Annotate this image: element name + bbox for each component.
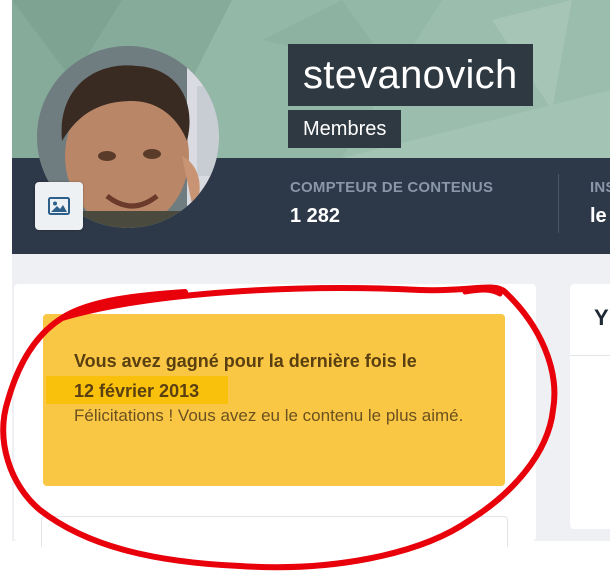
- member-group: Membres: [303, 118, 387, 140]
- member-group-box: Membres: [288, 110, 402, 148]
- award-description: Félicitations ! Vous avez eu le contenu …: [74, 406, 464, 425]
- stat-value-joined: le: [590, 205, 607, 227]
- side-card-title: Y: [594, 305, 609, 330]
- side-card-separator: [570, 355, 610, 356]
- stat-value-content-count: 1 282: [290, 205, 341, 227]
- username: stevanovich: [303, 53, 518, 97]
- username-box: stevanovich: [288, 44, 533, 106]
- left-margin: [0, 0, 12, 541]
- change-cover-photo-button[interactable]: [35, 182, 83, 230]
- stat-label-joined: INS: [590, 179, 610, 196]
- stat-label-content-count: COMPTEUR DE CONTENUS: [290, 179, 494, 196]
- stat-divider: [558, 174, 559, 233]
- inner-card: [41, 516, 508, 547]
- image-icon: [48, 197, 70, 215]
- award-title: Vous avez gagné pour la dernière fois le: [74, 351, 417, 371]
